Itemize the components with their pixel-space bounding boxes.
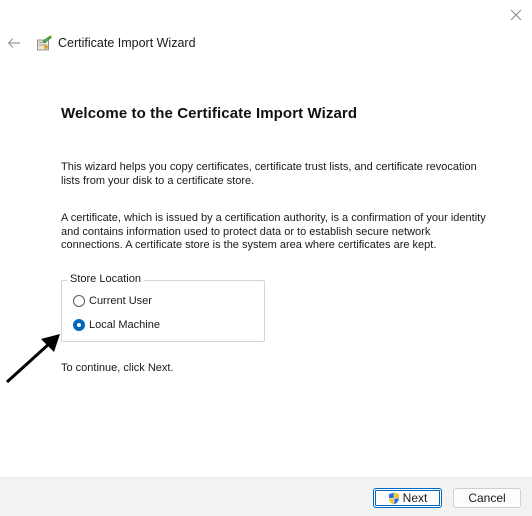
radio-current-user-circle[interactable]	[73, 295, 85, 307]
radio-current-user-label[interactable]: Current User	[89, 295, 152, 307]
close-icon	[510, 9, 522, 21]
radio-local-machine-label[interactable]: Local Machine	[89, 319, 160, 331]
footer-bar: Next Cancel	[0, 477, 532, 516]
certificate-description-paragraph: A certificate, which is issued by a cert…	[61, 212, 486, 252]
back-arrow-icon	[7, 38, 20, 48]
window-title: Certificate Import Wizard	[58, 36, 196, 50]
radio-current-user[interactable]: Current User	[73, 293, 152, 309]
radio-local-machine[interactable]: Local Machine	[73, 317, 160, 333]
certificate-import-wizard-window: Certificate Import Wizard Welcome to the…	[0, 0, 532, 516]
intro-paragraph: This wizard helps you copy certificates,…	[61, 161, 477, 187]
next-button-label: Next	[402, 491, 428, 505]
store-location-group: Store Location Current User Local Machin…	[61, 273, 265, 342]
uac-shield-icon	[388, 492, 399, 504]
certificate-wizard-icon	[36, 34, 54, 52]
radio-local-machine-circle[interactable]	[73, 319, 85, 331]
wizard-heading: Welcome to the Certificate Import Wizard	[61, 105, 358, 122]
cancel-button-label: Cancel	[468, 491, 506, 505]
cancel-button[interactable]: Cancel	[453, 488, 521, 508]
store-location-legend: Store Location	[67, 273, 144, 285]
next-button[interactable]: Next	[373, 488, 442, 508]
continue-instruction: To continue, click Next.	[61, 362, 174, 374]
annotation-arrow-icon	[2, 330, 64, 386]
back-button[interactable]	[5, 34, 23, 52]
close-button[interactable]	[506, 5, 526, 25]
